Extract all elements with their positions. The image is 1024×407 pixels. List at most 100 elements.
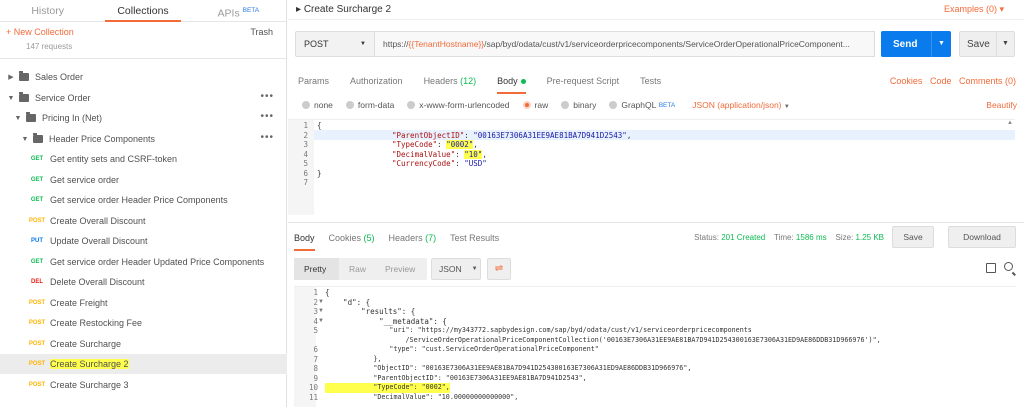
request-item[interactable]: POST Create Surcharge [0,334,287,354]
request-item[interactable]: GET Get entity sets and CSRF-token [0,149,287,169]
radio-raw[interactable]: raw [522,100,548,110]
request-item[interactable]: POST Create Surcharge 3 [0,375,287,395]
radio-graphql[interactable]: GraphQL BETA [609,100,675,110]
view-raw[interactable]: Raw [339,258,384,280]
response-tabs: Body Cookies (5) Headers (7) Test Result… [294,226,1024,251]
request-item[interactable]: POST Create Freight [0,293,287,313]
response-body-viewer[interactable]: 1 { 2 ▼ "d": { 3 ▼ "results": { 4 ▼ "__m… [294,286,1016,407]
method-badge: POST [28,300,46,306]
tab-body-label: Body [497,76,518,86]
tab-tests[interactable]: Tests [640,71,661,91]
json-key: "ParentObjectID" [392,130,465,140]
method-value: POST [304,39,329,49]
tab-authorization[interactable]: Authorization [350,71,403,91]
save-response-button[interactable]: Save [892,226,934,248]
method-select[interactable]: POST ▼ [295,31,375,57]
beta-badge: BETA [658,101,676,109]
line-number: 4 [303,149,308,159]
tab-headers[interactable]: Headers (12) [424,71,477,91]
cookies-count: (5) [363,233,375,243]
folder-header-price-components[interactable]: ▼ Header Price Components ••• [0,129,287,149]
fold-icon[interactable]: ▼ [318,298,324,308]
request-item[interactable]: POST Create Overall Discount [0,211,287,231]
line-number: 1 [303,121,308,130]
tab-prerequest-script[interactable]: Pre-request Script [547,71,620,91]
json-key: "DecimalValue" [392,149,456,159]
examples-dropdown[interactable]: Examples (0) ▾ [944,4,1004,15]
editor-scrollbar[interactable]: ▲ [1007,120,1013,215]
new-collection-button[interactable]: + New Collection [6,27,74,37]
send-button[interactable]: Send ▼ [881,31,951,57]
tab-params[interactable]: Params [298,71,329,91]
more-options-icon[interactable]: ••• [260,92,274,102]
time-value: 1586 ms [795,233,827,242]
download-button[interactable]: Download [948,226,1016,248]
code-link[interactable]: Code [930,76,952,86]
request-item[interactable]: PUT Update Overall Discount [0,231,287,251]
chevron-down-icon[interactable]: ▼ [931,31,951,57]
tab-apis[interactable]: APIs BETA [191,0,286,21]
folder-sales-order[interactable]: ▶ Sales Order [0,67,287,87]
radio-label: none [314,100,333,110]
more-options-icon[interactable]: ••• [260,112,274,122]
view-preview[interactable]: Preview [384,258,427,280]
format-select[interactable]: JSON ▼ [431,258,481,280]
wrap-lines-icon[interactable]: ⇌ [487,258,511,280]
request-body-editor[interactable]: 1 { 2 "ParentObjectID": "00163E7306A31EE… [288,119,1015,215]
request-item[interactable]: GET Get service order Header Updated Pric… [0,252,287,272]
pane-divider[interactable] [288,222,1024,223]
copy-icon[interactable] [986,263,996,273]
request-title[interactable]: ▸ Create Surcharge 2 [296,4,391,15]
folder-service-order[interactable]: ▼ Service Order ••• [0,88,287,108]
tab-collections[interactable]: Collections [95,0,190,22]
line-number: 8 [313,364,318,373]
request-title-text: Create Surcharge 2 [303,4,392,15]
content-type-select[interactable]: JSON (application/json) ▼ [692,100,790,110]
request-item[interactable]: POST Create Restocking Fee [0,313,287,333]
request-item[interactable]: GET Get service order [0,170,287,190]
request-label: Create Surcharge 3 [50,380,129,390]
json-punct: , [473,140,478,149]
folder-pricing-in-net[interactable]: ▼ Pricing In (Net) ••• [0,108,287,128]
tab-test-results[interactable]: Test Results [450,228,499,248]
chevron-down-icon[interactable]: ▼ [996,32,1014,56]
request-item[interactable]: GET Get service order Header Price Compon… [0,190,287,210]
comments-link[interactable]: Comments (0) [959,76,1016,86]
chevron-down-icon: ▼ [7,94,15,102]
code-line: } [317,168,322,178]
request-label: Create Freight [50,298,108,308]
radio-form-data[interactable]: form-data [345,100,394,110]
tab-history[interactable]: History [0,0,95,21]
method-badge: PUT [31,238,43,244]
tab-response-body[interactable]: Body [294,228,315,251]
save-button[interactable]: Save ▼ [959,31,1015,57]
request-item-selected[interactable]: POST Create Surcharge 2 [0,354,287,374]
code-line: "uri": "https://my343772.sapbydesign.com… [325,326,752,334]
code-line: "type": "cust.ServiceOrderOperationalPri… [325,345,599,353]
fold-icon[interactable]: ▼ [318,317,324,327]
radio-urlencoded[interactable]: x-www-form-urlencoded [407,100,510,110]
tab-response-headers[interactable]: Headers (7) [389,228,437,248]
request-item[interactable]: DEL Delete Overall Discount [0,272,287,292]
tab-cookies-label: Cookies [328,233,362,243]
radio-label: x-www-form-urlencoded [419,100,510,110]
view-pretty[interactable]: Pretty [294,258,339,280]
radio-binary[interactable]: binary [561,100,596,110]
tab-response-cookies[interactable]: Cookies (5) [329,228,375,248]
search-icon[interactable] [1004,262,1013,271]
chevron-down-icon: ▼ [360,41,366,47]
url-input[interactable]: https://{{TenantHostname}}/sap/byd/odata… [375,31,875,57]
examples-label: Examples (0) [943,4,997,14]
request-label: Get service order Header Price Component… [50,195,228,205]
radio-icon [345,101,354,109]
more-options-icon[interactable]: ••• [260,133,274,143]
cookies-link[interactable]: Cookies [890,76,923,86]
code-line: "ObjectID": "00163E7306A31EE9AE81BA7D941… [325,364,692,372]
trash-button[interactable]: Trash [250,27,273,37]
radio-icon [302,101,310,109]
radio-none[interactable]: none [302,100,333,110]
tab-body[interactable]: Body [497,71,526,94]
scroll-up-icon[interactable]: ▲ [1007,120,1013,126]
beautify-button[interactable]: Beautify [986,100,1017,110]
fold-icon[interactable]: ▼ [318,307,324,317]
